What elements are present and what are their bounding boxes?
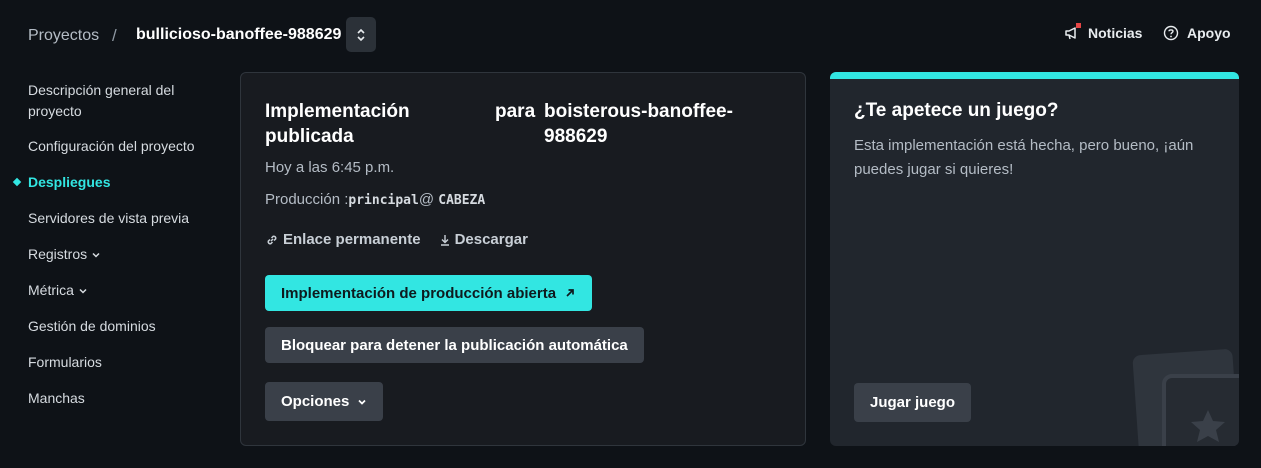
sidebar-item-preview-servers[interactable]: Servidores de vista previa bbox=[28, 208, 218, 229]
sidebar-item-label: Gestión de dominios bbox=[28, 318, 156, 334]
open-production-label: Implementación de producción abierta bbox=[281, 284, 557, 302]
breadcrumb-site-name[interactable]: bullicioso-banoffee-988629 bbox=[136, 26, 341, 44]
game-cards-illustration-icon bbox=[1132, 349, 1239, 446]
game-card: ¿Te apetece un juego? Esta implementació… bbox=[830, 72, 1239, 446]
lock-publishing-label: Bloquear para detener la publicación aut… bbox=[281, 336, 628, 354]
download-label: Descargar bbox=[454, 231, 528, 248]
sidebar-item-deploys[interactable]: Despliegues bbox=[12, 172, 218, 193]
chevron-down-icon bbox=[92, 252, 100, 258]
chevron-down-icon bbox=[79, 288, 87, 294]
branch-ref: CABEZA bbox=[438, 193, 486, 208]
chevron-down-icon bbox=[358, 399, 366, 405]
options-label: Opciones bbox=[281, 393, 350, 410]
help-link[interactable]: Apoyo bbox=[1163, 25, 1231, 41]
open-production-deploy-button[interactable]: Implementación de producción abierta bbox=[265, 275, 593, 311]
sidebar-item-label: Configuración del proyecto bbox=[28, 138, 195, 154]
play-game-label: Jugar juego bbox=[870, 394, 956, 411]
deploy-summary-card: Implementación publicada para boisterous… bbox=[240, 72, 806, 446]
sidebar-item-label: Registros bbox=[28, 246, 88, 262]
sidebar-item-label: Manchas bbox=[28, 390, 85, 406]
help-label: Apoyo bbox=[1187, 25, 1231, 41]
sidebar-item-overview[interactable]: Descripción general del proyecto bbox=[28, 80, 218, 122]
top-header: Proyectos / bullicioso-banoffee-988629 N… bbox=[0, 0, 1261, 72]
sidebar-item-label: Métrica bbox=[28, 282, 74, 298]
sidebar-item-domain-management[interactable]: Gestión de dominios bbox=[28, 316, 218, 337]
sidebar-item-metrics[interactable]: Métrica bbox=[28, 280, 218, 301]
breadcrumb-projects[interactable]: Proyectos bbox=[28, 27, 99, 45]
game-description: Esta implementación está hecha, pero bue… bbox=[854, 137, 1194, 178]
sidebar-item-label: Descripción general del proyecto bbox=[28, 82, 175, 119]
sidebar-item-label: Formularios bbox=[28, 354, 102, 370]
help-circle-icon bbox=[1163, 25, 1179, 41]
site-switcher-button[interactable] bbox=[346, 17, 376, 52]
branch-name: principal bbox=[348, 193, 419, 208]
sidebar-item-configuration[interactable]: Configuración del proyecto bbox=[28, 136, 218, 157]
game-title: ¿Te apetece un juego? bbox=[854, 100, 1059, 121]
play-game-button[interactable]: Jugar juego bbox=[854, 383, 972, 422]
deploy-time: Hoy a las 6:45 p.m. bbox=[265, 159, 395, 176]
deploy-branch-info: Producción :principal@ CABEZA bbox=[265, 191, 485, 208]
notification-dot bbox=[1076, 23, 1081, 28]
news-link[interactable]: Noticias bbox=[1064, 23, 1143, 41]
permalink-label: Enlace permanente bbox=[283, 231, 421, 248]
breadcrumb-separator: / bbox=[112, 26, 117, 45]
link-icon bbox=[267, 235, 277, 244]
permalink-link[interactable]: Enlace permanente bbox=[265, 231, 421, 248]
deploy-title-for: para bbox=[495, 101, 536, 122]
deploy-title-site: boisterous-banoffee-988629 bbox=[544, 101, 733, 147]
download-icon bbox=[440, 234, 449, 246]
external-arrow-icon bbox=[566, 289, 574, 297]
active-indicator-icon bbox=[12, 177, 22, 187]
sidebar-item-logs[interactable]: Registros bbox=[28, 244, 218, 265]
download-link[interactable]: Descargar bbox=[439, 231, 528, 248]
branch-prefix: Producción : bbox=[265, 191, 349, 208]
sidebar-item-label: Despliegues bbox=[28, 174, 111, 190]
deploy-links: Enlace permanente Descargar bbox=[265, 231, 528, 248]
chevron-up-down-icon bbox=[357, 28, 365, 41]
sidebar-item-blobs[interactable]: Manchas bbox=[28, 388, 218, 409]
options-dropdown-button[interactable]: Opciones bbox=[265, 382, 384, 421]
news-label: Noticias bbox=[1088, 25, 1143, 41]
megaphone-icon bbox=[1064, 23, 1081, 41]
lock-publishing-button[interactable]: Bloquear para detener la publicación aut… bbox=[265, 327, 644, 363]
sidebar-item-forms[interactable]: Formularios bbox=[28, 352, 218, 373]
game-card-accent-bar bbox=[830, 72, 1239, 79]
deploy-title: Implementación publicada bbox=[265, 101, 410, 147]
branch-at: @ bbox=[418, 191, 435, 208]
sidebar-item-label: Servidores de vista previa bbox=[28, 210, 190, 226]
